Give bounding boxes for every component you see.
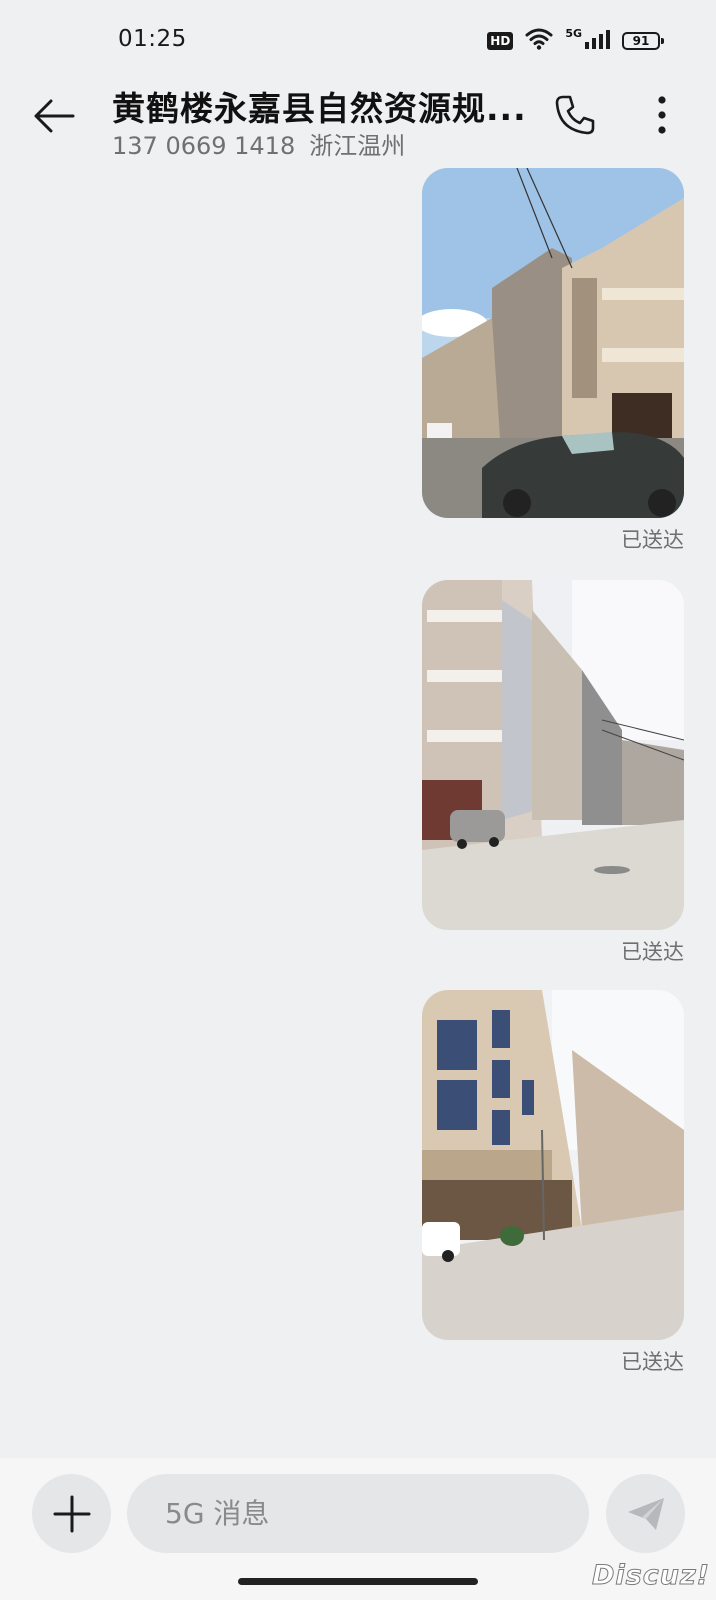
contact-subtitle: 137 0669 1418 浙江温州 — [112, 126, 405, 161]
watermark: Discuz! — [592, 1560, 710, 1592]
contact-location: 浙江温州 — [309, 132, 406, 160]
status-time: 01:25 — [118, 26, 187, 52]
call-button[interactable] — [548, 88, 602, 142]
status-bar: 01:25 HD 5G 91 — [0, 0, 716, 80]
message-item: 已送达 — [422, 990, 684, 1374]
wifi-icon — [525, 28, 553, 54]
battery-level: 91 — [632, 34, 650, 48]
phone-icon — [555, 95, 595, 135]
message-item: 已送达 — [422, 580, 684, 964]
message-image[interactable] — [422, 580, 684, 930]
more-options-button[interactable] — [638, 88, 686, 142]
hd-icon: HD — [487, 32, 514, 50]
message-input[interactable] — [127, 1474, 589, 1553]
message-image[interactable] — [422, 168, 684, 518]
send-icon — [627, 1497, 664, 1530]
message-image[interactable] — [422, 990, 684, 1340]
conversation-header: 黄鹤楼永嘉县自然资源规... 137 0669 1418 浙江温州 — [0, 80, 716, 160]
status-icons: HD 5G 91 — [487, 26, 664, 54]
message-item: 已送达 — [422, 168, 684, 552]
back-button[interactable] — [28, 90, 80, 142]
contact-name[interactable]: 黄鹤楼永嘉县自然资源规... — [112, 82, 532, 130]
battery-icon: 91 — [622, 32, 664, 50]
signal-icon — [584, 29, 610, 53]
message-status: 已送达 — [621, 528, 684, 552]
message-status: 已送达 — [621, 1350, 684, 1374]
home-indicator[interactable] — [238, 1578, 478, 1585]
arrow-left-icon — [34, 99, 75, 133]
plus-icon — [53, 1495, 90, 1532]
add-attachment-button[interactable] — [32, 1474, 111, 1553]
contact-phone-number: 137 0669 1418 — [112, 132, 296, 160]
more-vertical-icon — [658, 96, 666, 134]
send-button[interactable] — [606, 1474, 685, 1553]
message-status: 已送达 — [621, 940, 684, 964]
network-label: 5G — [565, 26, 582, 40]
